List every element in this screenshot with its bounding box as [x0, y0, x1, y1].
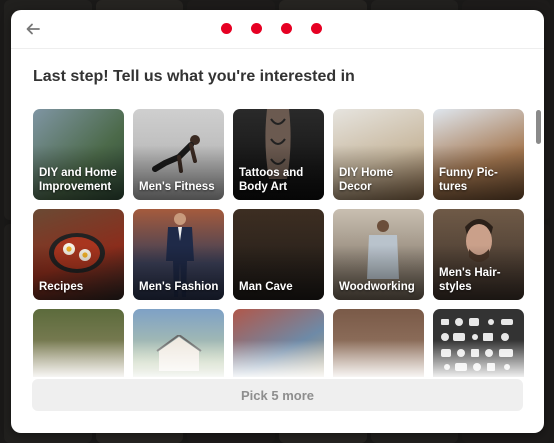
topic-tile-recipes[interactable]: Recipes — [33, 209, 124, 300]
topic-tile-woodworking[interactable]: Woodworking — [333, 209, 424, 300]
progress-dot — [251, 23, 262, 34]
progress-dot — [281, 23, 292, 34]
topic-label: Men's Hair- styles — [439, 267, 501, 293]
arrow-left-icon[interactable] — [24, 20, 42, 38]
page-title: Last step! Tell us what you're intereste… — [33, 68, 355, 85]
topic-tile-diy-home-decor[interactable]: DIY Home Decor — [333, 109, 424, 200]
topic-label: DIY and Home Improvement — [39, 167, 117, 193]
topic-label: Man Cave — [239, 281, 293, 293]
topic-grid: DIY and Home Improvement Men's Fitness T… — [33, 109, 525, 377]
topic-label: Men's Fashion — [139, 281, 219, 293]
topic-tile-funny-pictures[interactable]: Funny Pic- tures — [433, 109, 524, 200]
progress-dots — [221, 23, 322, 34]
topic-tile-diy-home-improvement[interactable]: DIY and Home Improvement — [33, 109, 124, 200]
topic-label: Men's Fitness — [139, 181, 215, 193]
topic-label: Tattoos and Body Art — [239, 167, 304, 193]
progress-dot — [311, 23, 322, 34]
progress-dot — [221, 23, 232, 34]
interest-picker-modal: Last step! Tell us what you're intereste… — [11, 10, 544, 433]
topic-tile-man-cave[interactable]: Man Cave — [233, 209, 324, 300]
topic-label: Woodworking — [339, 281, 415, 293]
topic-tile-mens-fitness[interactable]: Men's Fitness — [133, 109, 224, 200]
scrollbar-thumb[interactable] — [536, 110, 541, 144]
topic-label: Recipes — [39, 281, 84, 293]
topic-label: DIY Home Decor — [339, 167, 394, 193]
pick-more-button[interactable]: Pick 5 more — [32, 379, 523, 411]
topic-label: Funny Pic- tures — [439, 167, 498, 193]
topic-tile-mens-hairstyles[interactable]: Men's Hair- styles — [433, 209, 524, 300]
modal-header — [11, 10, 544, 49]
grid-fade — [11, 340, 544, 380]
topic-tile-tattoos-body-art[interactable]: Tattoos and Body Art — [233, 109, 324, 200]
topic-tile-mens-fashion[interactable]: Men's Fashion — [133, 209, 224, 300]
